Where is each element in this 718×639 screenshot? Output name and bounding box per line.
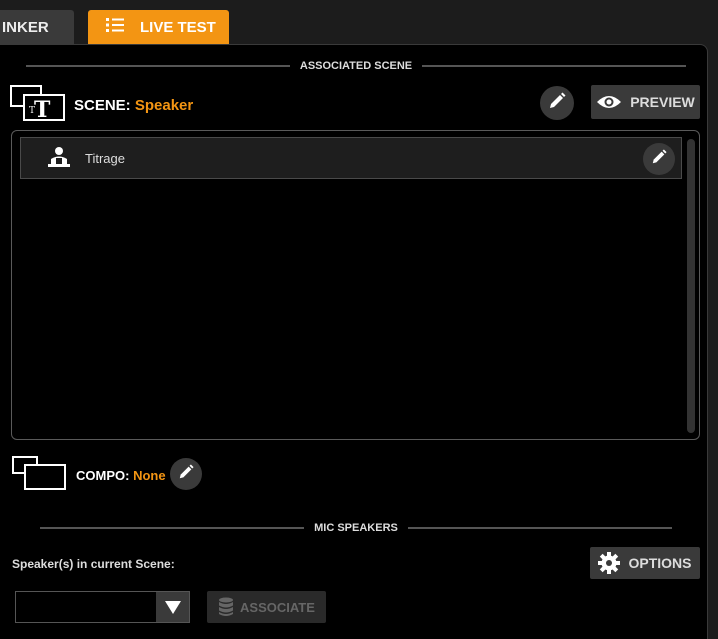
eye-icon — [596, 94, 622, 110]
svg-text:T: T — [34, 97, 51, 121]
pencil-icon — [178, 463, 194, 485]
scene-prefix: SCENE: — [74, 97, 131, 114]
database-icon — [218, 597, 234, 617]
gear-icon — [598, 552, 621, 574]
preview-label: PREVIEW — [630, 94, 695, 110]
scene-row: T T SCENE: Speaker — [10, 85, 193, 126]
mic-speakers-title: MIC SPEAKERS — [314, 522, 398, 534]
tab-linker[interactable]: INKER — [0, 10, 74, 44]
speaker-select[interactable] — [15, 591, 190, 623]
scene-label: SCENE: Speaker — [74, 97, 193, 114]
pencil-icon — [548, 92, 566, 115]
list-item[interactable]: Titrage — [20, 137, 682, 179]
edit-scene-button[interactable] — [540, 86, 574, 120]
preview-button[interactable]: PREVIEW — [591, 85, 700, 119]
speakers-in-scene-label: Speaker(s) in current Scene: — [12, 557, 175, 571]
tab-live-test[interactable]: LIVE TEST — [88, 10, 229, 44]
compo-prefix: COMPO: — [76, 468, 130, 483]
associated-scene-header: ASSOCIATED SCENE — [26, 60, 687, 72]
scene-list-scrollbar[interactable] — [687, 139, 695, 433]
scene-name: Speaker — [134, 97, 194, 114]
caret-down-icon[interactable] — [156, 592, 189, 622]
tab-live-test-label: LIVE TEST — [140, 18, 216, 36]
scene-title-icon: T T — [10, 85, 66, 126]
associate-button[interactable]: ASSOCIATE — [207, 591, 326, 623]
compo-row: COMPO: None — [12, 456, 166, 495]
mic-speakers-header: MIC SPEAKERS — [40, 522, 672, 534]
speaker-person-icon — [47, 146, 71, 170]
tab-linker-label: INKER — [2, 18, 49, 36]
list-item-name: Titrage — [85, 150, 125, 166]
scene-item-list[interactable]: Titrage — [11, 130, 700, 440]
svg-text:T: T — [29, 106, 35, 116]
edit-compo-button[interactable] — [170, 458, 202, 490]
options-button[interactable]: OPTIONS — [590, 547, 700, 579]
compo-label: COMPO: None — [76, 468, 166, 483]
list-icon — [106, 17, 124, 37]
options-label: OPTIONS — [628, 555, 692, 571]
compo-value: None — [133, 468, 166, 483]
associate-label: ASSOCIATE — [240, 599, 315, 615]
compo-icon — [12, 456, 68, 495]
edit-item-button[interactable] — [643, 143, 675, 175]
associated-scene-title: ASSOCIATED SCENE — [299, 60, 413, 72]
pencil-icon — [651, 148, 667, 170]
